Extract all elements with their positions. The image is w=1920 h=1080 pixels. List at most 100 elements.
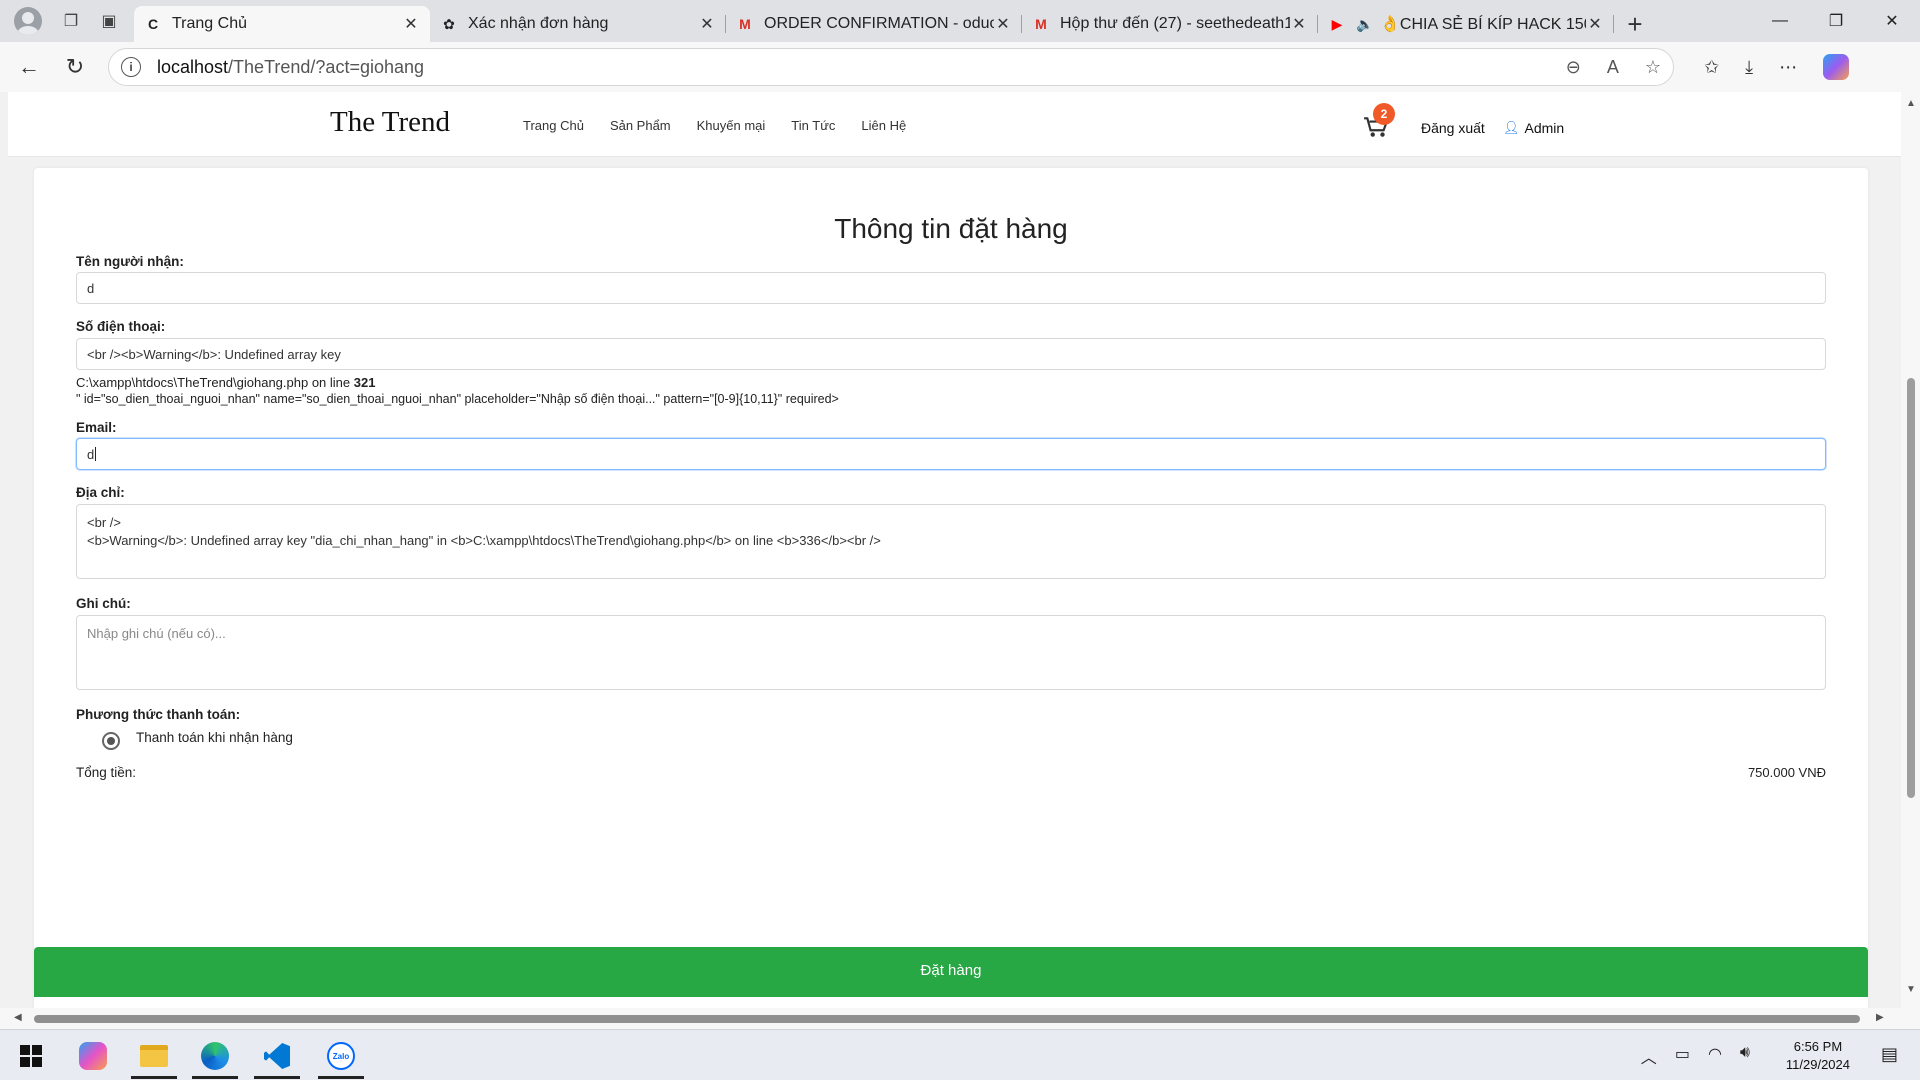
menu-lien-he[interactable]: Liên Hệ — [861, 118, 906, 133]
horizontal-scroll-thumb[interactable] — [34, 1015, 1860, 1023]
site-logo[interactable]: The Trend — [330, 106, 450, 139]
speaker-icon[interactable]: 🔈 — [1356, 15, 1374, 33]
email-label: Email: — [76, 420, 117, 435]
warning-line-number: 321 — [353, 375, 376, 390]
taskbar: Zalo ︿ ▭ ◠ 🔊︎ 6:56 PM 11/29/2024 ▤ — [0, 1029, 1920, 1080]
cart-count-badge: 2 — [1373, 103, 1395, 125]
clock-date: 11/29/2024 — [1785, 1057, 1850, 1072]
tab-hop-thu[interactable]: M Hộp thư đến (27) - seethedeath1 ✕ — [1022, 6, 1318, 42]
system-tray: ︿ ▭ ◠ 🔊︎ — [1641, 1044, 1750, 1068]
start-icon[interactable] — [8, 1035, 54, 1077]
vertical-scroll-thumb[interactable] — [1907, 378, 1915, 798]
zalo-icon[interactable]: Zalo — [318, 1035, 364, 1079]
restore-icon[interactable]: ❐ — [1808, 0, 1864, 42]
tab-actions-icon[interactable]: ▣ — [90, 0, 128, 42]
place-order-label: Đặt hàng — [920, 962, 982, 979]
user-link[interactable]: 👤︎ Admin — [1503, 120, 1564, 136]
new-tab-button[interactable]: + — [1614, 6, 1656, 42]
phone-input[interactable]: <br /><b>Warning</b>: Undefined array ke… — [76, 338, 1826, 370]
phone-warning-line2: " id="so_dien_thoai_nguoi_nhan" name="so… — [76, 392, 839, 406]
scroll-left-icon[interactable]: ◀ — [14, 1012, 22, 1023]
email-value: d — [87, 446, 95, 462]
address-label: Địa chỉ: — [76, 485, 125, 500]
tab-xac-nhan[interactable]: ✿ Xác nhận đơn hàng ✕ — [430, 6, 726, 42]
place-order-button[interactable]: Đặt hàng — [34, 947, 1868, 997]
payment-label: Phương thức thanh toán: — [76, 707, 241, 722]
notification-icon[interactable]: ▤ — [1881, 1044, 1898, 1065]
battery-icon[interactable]: ▭ — [1675, 1044, 1690, 1068]
vscode-icon[interactable] — [254, 1035, 300, 1079]
clock-time: 6:56 PM — [1793, 1039, 1843, 1054]
address-textarea[interactable]: <br /> <b>Warning</b>: Undefined array k… — [76, 504, 1826, 579]
close-icon[interactable]: ✕ — [1586, 14, 1604, 34]
menu-san-pham[interactable]: Sản Phẩm — [610, 118, 671, 133]
favorites-icon[interactable]: ✩ — [1704, 57, 1719, 78]
url-host: localhost — [157, 56, 229, 77]
tab-youtube[interactable]: ▶ 🔈 👌CHIA SẺ BÍ KÍP HACK 150 ✕ — [1318, 6, 1614, 42]
tab-title: Trang Chủ — [172, 15, 247, 32]
payment-option-label[interactable]: Thanh toán khi nhận hàng — [136, 730, 293, 745]
note-placeholder: Nhập ghi chú (nếu có)... — [87, 626, 226, 641]
form-title: Thông tin đặt hàng — [834, 213, 1068, 244]
text-cursor — [95, 447, 97, 461]
zoom-out-icon[interactable]: ⊖ — [1566, 57, 1581, 78]
horizontal-scrollbar[interactable]: ◀ ▶ — [0, 1008, 1901, 1029]
scroll-up-icon[interactable]: ▲ — [1906, 98, 1916, 109]
address-toolbar: ← ↻ i localhost /TheTrend/?act=giohang ⊖… — [0, 42, 1920, 92]
url-path: /TheTrend/?act=giohang — [228, 56, 425, 77]
note-label: Ghi chú: — [76, 596, 131, 611]
site-header: The Trend Trang Chủ Sản Phẩm Khuyến mại … — [8, 92, 1901, 157]
page-icon: C — [147, 16, 159, 32]
total-label: Tổng tiền: — [76, 765, 137, 780]
logout-link[interactable]: Đăng xuất — [1421, 120, 1485, 136]
close-icon[interactable]: ✕ — [402, 14, 420, 34]
taskbar-clock[interactable]: 6:56 PM 11/29/2024 — [1786, 1038, 1850, 1074]
read-aloud-icon[interactable]: A — [1607, 57, 1619, 78]
order-form-card: Thông tin đặt hàng Tên người nhận: d Số … — [34, 168, 1868, 1029]
payment-radio[interactable] — [102, 732, 120, 750]
workspaces-icon[interactable]: ❐ — [52, 0, 90, 42]
minimize-icon[interactable]: — — [1752, 0, 1808, 42]
close-icon[interactable]: ✕ — [1290, 14, 1308, 34]
chevron-up-icon[interactable]: ︿ — [1641, 1044, 1657, 1068]
vertical-scrollbar[interactable]: ▲ ▼ — [1901, 92, 1920, 1029]
close-icon[interactable]: ✕ — [994, 14, 1012, 34]
menu-khuyen-mai[interactable]: Khuyến mại — [697, 118, 766, 133]
volume-icon[interactable]: 🔊︎ — [1740, 1044, 1750, 1068]
phone-value: <br /><b>Warning</b>: Undefined array ke… — [87, 346, 341, 362]
tab-trang-chu[interactable]: C Trang Chủ ✕ — [134, 6, 430, 42]
copilot-icon[interactable] — [70, 1035, 116, 1077]
close-icon[interactable]: ✕ — [698, 14, 716, 34]
refresh-icon[interactable]: ↻ — [54, 47, 96, 87]
scroll-down-icon[interactable]: ▼ — [1906, 984, 1916, 995]
page-viewport: The Trend Trang Chủ Sản Phẩm Khuyến mại … — [0, 92, 1920, 1029]
email-input[interactable]: d — [76, 438, 1826, 470]
profile-icon[interactable] — [14, 7, 42, 35]
main-menu: Trang Chủ Sản Phẩm Khuyến mại Tin Tức Li… — [523, 118, 906, 133]
user-name: Admin — [1524, 120, 1565, 136]
menu-trang-chu[interactable]: Trang Chủ — [523, 118, 584, 133]
wifi-icon[interactable]: ◠ — [1708, 1044, 1722, 1068]
favorite-star-icon[interactable]: ☆ — [1645, 57, 1661, 78]
info-icon[interactable]: i — [121, 57, 141, 77]
back-icon[interactable]: ← — [8, 47, 50, 87]
file-explorer-icon[interactable] — [131, 1035, 177, 1079]
copilot-icon[interactable] — [1823, 54, 1850, 80]
phone-label: Số điện thoại: — [76, 319, 166, 334]
user-icon: 👤︎ — [1503, 120, 1520, 135]
warning-path: C:\xampp\htdocs\TheTrend\giohang.php on … — [76, 375, 354, 390]
close-window-icon[interactable]: ✕ — [1864, 0, 1920, 42]
recipient-name-input[interactable]: d — [76, 272, 1826, 304]
note-textarea[interactable]: Nhập ghi chú (nếu có)... — [76, 615, 1826, 690]
downloads-icon[interactable]: ⤓ — [1745, 57, 1753, 78]
edge-icon[interactable] — [192, 1035, 238, 1079]
tab-title: 👌CHIA SẺ BÍ KÍP HACK 150 — [1380, 16, 1586, 33]
tab-title: Hộp thư đến (27) - seethedeath1 — [1060, 15, 1290, 32]
tab-title: Xác nhận đơn hàng — [468, 15, 609, 32]
address-bar[interactable]: i localhost /TheTrend/?act=giohang ⊖ A ☆ — [108, 48, 1674, 86]
tab-order-confirmation[interactable]: M ORDER CONFIRMATION - oduon ✕ — [726, 6, 1022, 42]
menu-tin-tuc[interactable]: Tin Tức — [791, 118, 835, 133]
more-icon[interactable]: ⋯ — [1779, 57, 1797, 78]
scroll-right-icon[interactable]: ▶ — [1876, 1012, 1884, 1023]
browser-tab-bar: ❐ ▣ C Trang Chủ ✕ ✿ Xác nhận đơn hàng ✕ … — [0, 0, 1920, 42]
